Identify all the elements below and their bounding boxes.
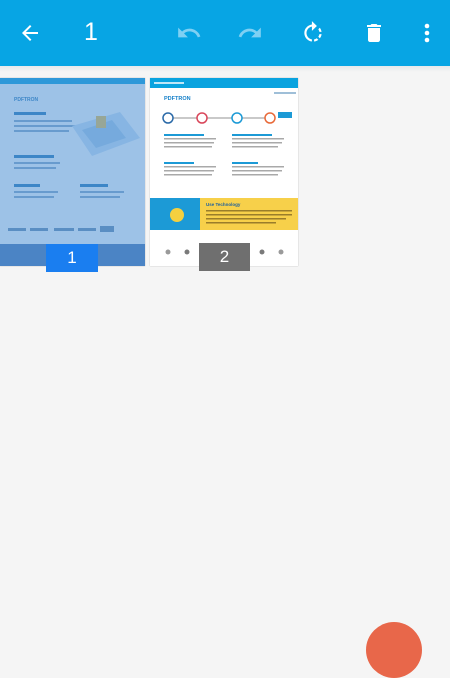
redo-button[interactable]: [231, 0, 269, 66]
page-number-badge-1: 1: [46, 244, 98, 272]
selection-overlay: [0, 78, 145, 266]
delete-icon: [367, 24, 381, 42]
top-toolbar: 1: [0, 0, 450, 66]
redo-icon: [238, 27, 261, 38]
more-options-button[interactable]: [416, 0, 438, 66]
delete-button[interactable]: [355, 0, 393, 66]
back-arrow-icon: [22, 25, 38, 41]
page-2-preview: PDFTRON Use Technology: [150, 78, 298, 255]
page-2-brand: PDFTRON: [164, 96, 191, 102]
back-button[interactable]: [10, 0, 50, 66]
page-2-section-title: Use Technology: [206, 202, 241, 207]
rotate-icon: [304, 21, 322, 42]
page-thumbnail-2[interactable]: PDFTRON Use Technology: [150, 78, 298, 266]
toolbar-shadow: [0, 66, 450, 72]
more-vert-icon: [424, 23, 430, 43]
selected-count: 1: [84, 18, 98, 46]
page-number-badge-2: 2: [199, 243, 250, 271]
undo-button[interactable]: [170, 0, 208, 66]
floating-action-button[interactable]: [366, 622, 422, 678]
page-thumbnail-1[interactable]: PDFTRON: [0, 78, 145, 266]
undo-icon: [178, 27, 201, 38]
rotate-button[interactable]: [294, 0, 332, 66]
